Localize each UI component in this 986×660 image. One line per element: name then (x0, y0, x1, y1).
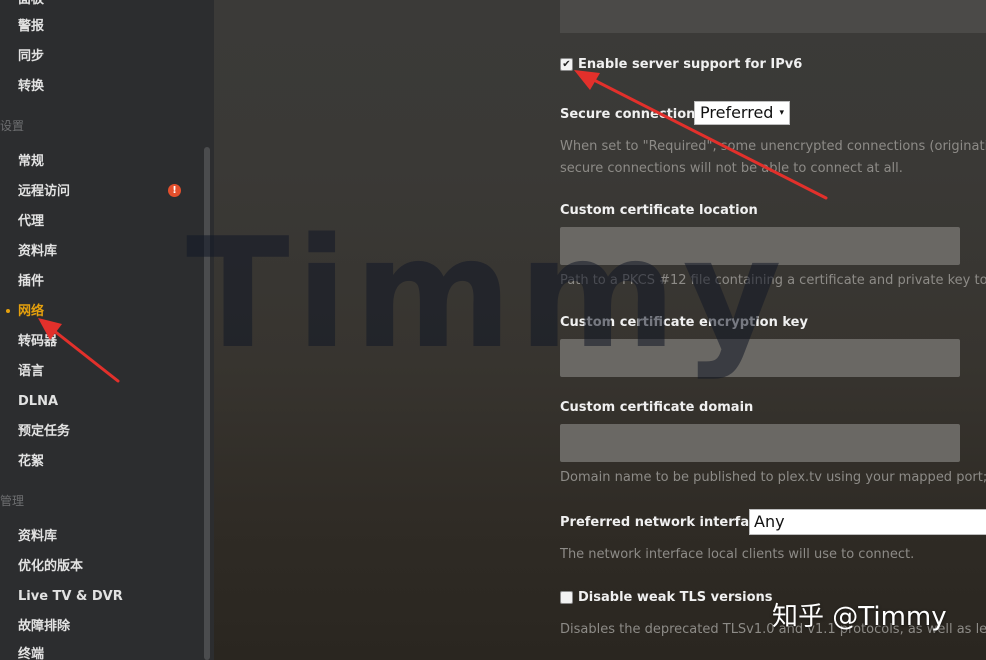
sidebar-item-dashboard[interactable]: 面板 (18, 0, 44, 9)
secure-connections-label: Secure connections (560, 107, 704, 122)
previous-field-input[interactable] (560, 0, 986, 33)
sidebar-item-library[interactable]: 资料库 (18, 243, 57, 261)
weak-tls-option[interactable]: Disable weak TLS versions (560, 590, 773, 605)
network-interface-label: Preferred network interface (560, 515, 766, 530)
sidebar-item-scheduled-tasks[interactable]: 预定任务 (18, 423, 70, 441)
sidebar-item-alerts[interactable]: 警报 (18, 18, 44, 36)
sidebar-item-general[interactable]: 常规 (18, 153, 44, 171)
sidebar-item-network[interactable]: 网络 (18, 303, 44, 321)
sidebar-item-live-tv-dvr[interactable]: Live TV & DVR (18, 588, 123, 606)
sidebar-item-console[interactable]: 终端 (18, 646, 44, 660)
ipv6-option[interactable]: ✔ Enable server support for IPv6 (560, 57, 802, 72)
secure-connections-value: Preferred (700, 103, 774, 122)
sidebar-item-sync[interactable]: 同步 (18, 48, 44, 66)
network-interface-hint: The network interface local clients will… (560, 547, 915, 562)
cert-key-input[interactable] (560, 339, 960, 377)
sidebar-item-optimized-versions[interactable]: 优化的版本 (18, 558, 83, 576)
ipv6-label: Enable server support for IPv6 (578, 57, 803, 72)
sidebar-item-transcoder[interactable]: 转码器 (18, 333, 57, 351)
sidebar-item-language[interactable]: 语言 (18, 363, 44, 381)
active-indicator-dot (6, 309, 10, 313)
sidebar-item-troubleshooting[interactable]: 故障排除 (18, 618, 70, 636)
sidebar-item-agents[interactable]: 代理 (18, 213, 44, 231)
section-settings-heading: 设置 (0, 119, 25, 133)
cert-domain-input[interactable] (560, 424, 960, 462)
sidebar-scrollbar[interactable] (204, 147, 210, 660)
cert-domain-hint: Domain name to be published to plex.tv u… (560, 470, 986, 485)
secure-connections-select[interactable]: Preferred ▾ (694, 101, 790, 125)
cert-domain-label: Custom certificate domain (560, 400, 754, 415)
network-interface-select[interactable]: Any (749, 509, 986, 535)
settings-sidebar: 面板 警报 同步 转换 设置 常规 远程访问 ! 代理 资料库 插件 网络 转码… (0, 0, 214, 660)
sidebar-item-convert[interactable]: 转换 (18, 78, 44, 96)
section-manage-heading: 管理 (0, 494, 25, 508)
secure-connections-hint-1: When set to "Required", some unencrypted… (560, 139, 986, 154)
sidebar-item-plugins[interactable]: 插件 (18, 273, 44, 291)
weak-tls-checkbox[interactable] (560, 591, 573, 604)
secure-connections-hint-2: secure connections will not be able to c… (560, 161, 903, 176)
sidebar-item-dlna[interactable]: DLNA (18, 393, 58, 411)
sidebar-item-remote-access[interactable]: 远程访问 (18, 183, 70, 201)
weak-tls-label: Disable weak TLS versions (578, 590, 773, 605)
cert-key-label: Custom certificate encryption key (560, 315, 808, 330)
network-settings-panel: ✔ Enable server support for IPv6 Secure … (214, 0, 986, 660)
cert-location-hint: Path to a PKCS #12 file containing a cer… (560, 273, 986, 288)
dropdown-caret-icon: ▾ (779, 108, 784, 118)
ipv6-checkbox[interactable]: ✔ (560, 58, 573, 71)
remote-access-warning-icon: ! (168, 184, 181, 197)
weak-tls-hint: Disables the deprecated TLSv1.0 and v1.1… (560, 622, 986, 637)
cert-location-label: Custom certificate location (560, 203, 758, 218)
cert-location-input[interactable] (560, 227, 960, 265)
sidebar-item-manage-libraries[interactable]: 资料库 (18, 528, 57, 546)
sidebar-item-extras[interactable]: 花絮 (18, 453, 44, 471)
